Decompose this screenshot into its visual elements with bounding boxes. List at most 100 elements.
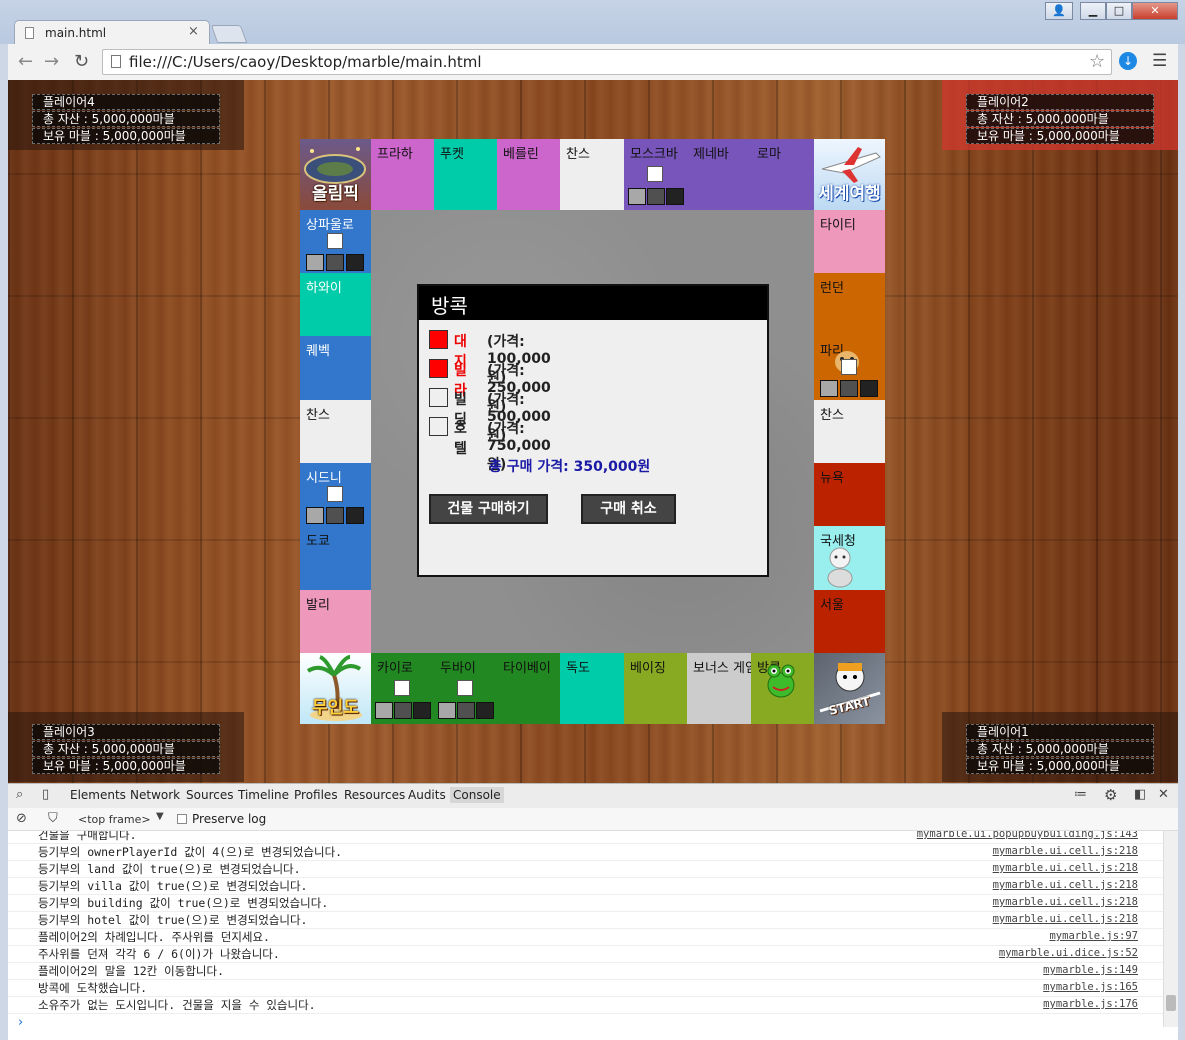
log-source-link[interactable]: mymarble.ui.cell.js:218 bbox=[993, 845, 1138, 857]
chevron-down-icon[interactable]: ▼ bbox=[156, 811, 164, 822]
new-tab-button[interactable] bbox=[210, 25, 248, 43]
log-source-link[interactable]: mymarble.ui.cell.js:218 bbox=[993, 913, 1138, 925]
tab-close-icon[interactable]: × bbox=[188, 24, 199, 39]
back-icon[interactable]: ← bbox=[18, 51, 33, 72]
cell-geneva[interactable]: 제네바 bbox=[687, 139, 751, 210]
tab-profiles[interactable]: Profiles bbox=[294, 788, 338, 802]
user-icon[interactable]: 👤 bbox=[1045, 2, 1073, 20]
corner-label: 올림픽 bbox=[312, 184, 359, 204]
log-source-link[interactable]: mymarble.js:165 bbox=[1043, 981, 1138, 993]
cell-london[interactable]: 런던 bbox=[814, 273, 885, 336]
search-icon[interactable]: ⌕ bbox=[16, 787, 23, 802]
cell-dokdo[interactable]: 독도 bbox=[560, 653, 624, 724]
corner-start[interactable]: START bbox=[814, 653, 885, 724]
cell-cairo[interactable]: 카이로 bbox=[371, 653, 434, 724]
console-prompt[interactable]: › bbox=[18, 1015, 23, 1030]
tab-timeline[interactable]: Timeline bbox=[238, 788, 289, 802]
minimize-button[interactable]: ▁ bbox=[1080, 2, 1106, 20]
filter-icon[interactable]: ⛉ bbox=[48, 811, 58, 826]
cell-sao-paulo[interactable]: 상파울로 bbox=[300, 210, 371, 273]
cell-name: 퀘벡 bbox=[306, 344, 330, 359]
cell-name: 제네바 bbox=[693, 147, 729, 162]
land-checkbox[interactable] bbox=[429, 330, 448, 349]
cell-moscow[interactable]: 모스크바 bbox=[624, 139, 687, 210]
cell-beijing[interactable]: 베이징 bbox=[624, 653, 687, 724]
drawer-icon[interactable]: ≔ bbox=[1074, 787, 1087, 802]
star-icon[interactable]: ☆ bbox=[1089, 51, 1105, 72]
cell-paris[interactable]: 파리 bbox=[814, 336, 885, 400]
cell-new-york[interactable]: 뉴욕 bbox=[814, 463, 885, 526]
tab-console[interactable]: Console bbox=[450, 787, 504, 803]
corner-world-travel[interactable]: 세계여행 bbox=[814, 139, 885, 210]
cell-rome[interactable]: 로마 bbox=[751, 139, 814, 210]
log-source-link[interactable]: mymarble.js:97 bbox=[1049, 930, 1138, 942]
settings-icon[interactable]: ⚙ bbox=[1104, 786, 1117, 804]
cell-taipei[interactable]: 타이베이 bbox=[497, 653, 560, 724]
cell-bonus-game[interactable]: 보너스 게임 bbox=[687, 653, 757, 724]
cell-name: 베를린 bbox=[503, 147, 539, 162]
cell-hawaii[interactable]: 하와이 bbox=[300, 273, 371, 336]
cell-seoul[interactable]: 서울 bbox=[814, 590, 885, 653]
scrollbar-thumb[interactable] bbox=[1166, 995, 1176, 1011]
log-row: 플레이어2의 차례입니다. 주사위를 던지세요. mymarble.js:97 bbox=[8, 928, 1163, 946]
browser-tab[interactable]: main.html × bbox=[14, 20, 210, 46]
building-checkbox[interactable] bbox=[429, 388, 448, 407]
hotel-checkbox[interactable] bbox=[429, 417, 448, 436]
frame-selector[interactable]: <top frame> bbox=[78, 813, 151, 826]
tab-audits[interactable]: Audits bbox=[408, 788, 446, 802]
cell-chance[interactable]: 찬스 bbox=[814, 400, 885, 463]
villa-slot bbox=[375, 702, 393, 719]
tab-network[interactable]: Network bbox=[130, 788, 180, 802]
villa-checkbox[interactable] bbox=[429, 359, 448, 378]
url-text[interactable]: file:///C:/Users/caoy/Desktop/marble/mai… bbox=[129, 53, 482, 71]
cell-tax-office[interactable]: 국세청 bbox=[814, 526, 885, 590]
maximize-button[interactable]: □ bbox=[1106, 2, 1132, 20]
cell-chance[interactable]: 찬스 bbox=[300, 400, 371, 463]
cell-bangkok[interactable]: 방콕 bbox=[751, 653, 814, 724]
cell-dubai[interactable]: 두바이 bbox=[434, 653, 497, 724]
log-source-link[interactable]: mymarble.js:176 bbox=[1043, 998, 1138, 1010]
close-icon[interactable]: ✕ bbox=[1158, 787, 1169, 802]
log-source-link[interactable]: mymarble.ui.cell.js:218 bbox=[993, 896, 1138, 908]
cell-bali[interactable]: 발리 bbox=[300, 590, 371, 653]
tab-sources[interactable]: Sources bbox=[186, 788, 233, 802]
land-marker bbox=[841, 359, 857, 375]
buy-building-button[interactable]: 건물 구매하기 bbox=[429, 494, 548, 524]
corner-olympic[interactable]: 올림픽 bbox=[300, 139, 371, 210]
log-message: 등기부의 hotel 값이 true(으)로 변경되었습니다. bbox=[38, 913, 308, 927]
download-icon[interactable]: ↓ bbox=[1119, 52, 1137, 70]
cell-phuket[interactable]: 푸켓 bbox=[434, 139, 497, 210]
hotel-slot bbox=[346, 507, 364, 524]
menu-icon[interactable]: ☰ bbox=[1152, 51, 1167, 71]
cell-berlin[interactable]: 베를린 bbox=[497, 139, 560, 210]
log-source-link[interactable]: mymarble.ui.cell.js:218 bbox=[993, 879, 1138, 891]
address-bar[interactable]: file:///C:/Users/caoy/Desktop/marble/mai… bbox=[102, 49, 1112, 75]
close-window-button[interactable]: ✕ bbox=[1132, 2, 1178, 20]
console-scrollbar[interactable] bbox=[1163, 831, 1178, 1027]
reload-icon[interactable]: ↻ bbox=[74, 51, 89, 72]
cell-sydney[interactable]: 시드니 bbox=[300, 463, 371, 526]
cell-tahiti[interactable]: 타이티 bbox=[814, 210, 885, 273]
log-source-link[interactable]: mymarble.js:149 bbox=[1043, 964, 1138, 976]
forward-icon[interactable]: → bbox=[44, 51, 59, 72]
cell-tokyo[interactable]: 도쿄 bbox=[300, 526, 371, 590]
cell-prague[interactable]: 프라하 bbox=[371, 139, 434, 210]
log-source-link[interactable]: mymarble.ui.cell.js:218 bbox=[993, 862, 1138, 874]
cell-chance[interactable]: 찬스 bbox=[560, 139, 624, 210]
device-icon[interactable]: ▯ bbox=[42, 787, 49, 802]
log-source-link[interactable]: mymarble.ui.popupbuybuilding.js:143 bbox=[917, 831, 1138, 840]
tab-resources[interactable]: Resources bbox=[344, 788, 405, 802]
hotel-slot bbox=[860, 380, 878, 397]
document-icon bbox=[25, 27, 34, 39]
tab-elements[interactable]: Elements bbox=[70, 788, 126, 802]
clear-icon[interactable]: ⊘ bbox=[16, 811, 27, 826]
cancel-purchase-button[interactable]: 구매 취소 bbox=[581, 494, 676, 524]
preserve-log-checkbox[interactable] bbox=[177, 814, 187, 824]
cell-name: 모스크바 bbox=[630, 147, 678, 162]
log-source-link[interactable]: mymarble.ui.dice.js:52 bbox=[999, 947, 1138, 959]
cell-quebec[interactable]: 퀘벡 bbox=[300, 336, 371, 400]
dock-icon[interactable]: ◧ bbox=[1134, 787, 1146, 802]
browser-toolbar: ← → ↻ file:///C:/Users/caoy/Desktop/marb… bbox=[8, 44, 1178, 81]
popup-header: 방콕 bbox=[419, 286, 767, 320]
corner-island[interactable]: 무인도 bbox=[300, 653, 371, 724]
